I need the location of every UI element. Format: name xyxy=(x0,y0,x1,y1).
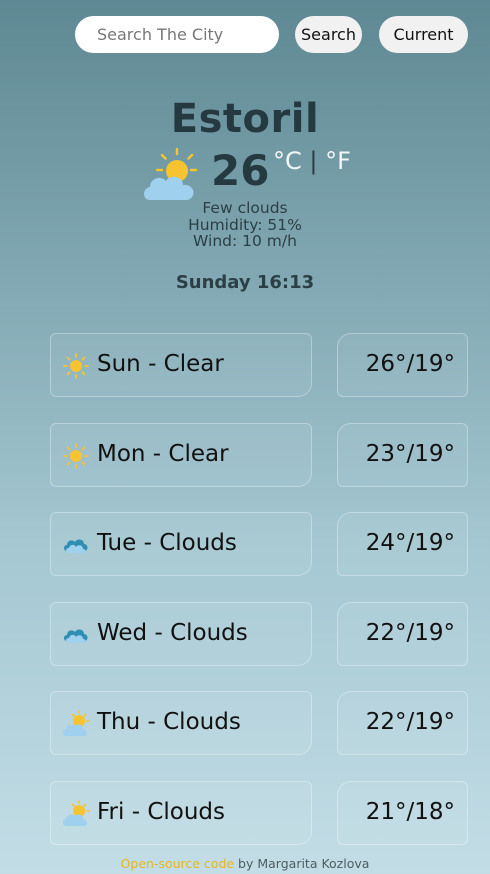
forecast-day-card: Tue - Clouds xyxy=(50,512,312,576)
sun-cloud-icon xyxy=(63,710,90,736)
forecast-temp-range: 24°/19° xyxy=(365,530,455,556)
forecast-temp-card: 22°/19° xyxy=(337,601,468,666)
forecast-temp-range: 21°/18° xyxy=(365,798,455,825)
forecast-temp-range: 22°/19° xyxy=(365,709,455,735)
forecast-temp-range: 26°/19° xyxy=(365,351,455,377)
celsius-link[interactable]: °C xyxy=(273,147,302,175)
forecast-day-label: Sun - Clear xyxy=(97,351,224,377)
forecast-day-card: Sun - Clear xyxy=(50,333,312,397)
forecast-temp-card: 21°/18° xyxy=(337,780,468,845)
forecast-day-label: Tue - Clouds xyxy=(97,530,237,556)
sun-icon xyxy=(63,353,89,379)
footer: Open-source code by Margarita Kozlova xyxy=(0,856,490,871)
forecast-temp-card: 26°/19° xyxy=(337,333,468,397)
forecast-temp-card: 23°/19° xyxy=(337,422,468,487)
forecast-day-card: Mon - Clear xyxy=(50,422,312,487)
forecast-day-label: Mon - Clear xyxy=(97,440,229,467)
current-location-button[interactable]: Current xyxy=(379,16,468,53)
current-temperature: 26 xyxy=(211,146,270,195)
forecast-day-card: Fri - Clouds xyxy=(50,780,312,845)
forecast-temp-range: 23°/19° xyxy=(365,440,455,467)
forecast-temp-card: 24°/19° xyxy=(337,512,468,576)
forecast-day-card: Thu - Clouds xyxy=(50,691,312,755)
author-credit: by Margarita Kozlova xyxy=(234,856,370,871)
fahrenheit-link[interactable]: °F xyxy=(325,147,351,175)
unit-toggle: °C | °F xyxy=(273,147,351,175)
sun-cloud-icon xyxy=(144,147,198,200)
forecast-temp-card: 22°/19° xyxy=(337,691,468,755)
wind: Wind: 10 m/h xyxy=(193,232,297,250)
cloud-icon xyxy=(64,629,88,643)
forecast-temp-range: 22°/19° xyxy=(365,619,455,646)
search-button[interactable]: Search xyxy=(295,16,362,53)
source-code-link[interactable]: Open-source code xyxy=(121,856,235,871)
forecast-day-label: Wed - Clouds xyxy=(97,619,248,646)
forecast-day-label: Thu - Clouds xyxy=(97,709,241,735)
forecast-day-label: Fri - Clouds xyxy=(97,798,226,825)
search-input[interactable] xyxy=(75,16,279,53)
forecast-day-card: Wed - Clouds xyxy=(50,601,312,666)
city-name: Estoril xyxy=(170,96,320,142)
unit-separator: | xyxy=(309,147,318,175)
weather-description: Few clouds xyxy=(202,199,288,217)
date-time: Sunday 16:13 xyxy=(175,272,315,293)
sun-icon xyxy=(63,442,89,469)
cloud-icon xyxy=(64,539,88,553)
sun-cloud-icon xyxy=(63,799,90,826)
